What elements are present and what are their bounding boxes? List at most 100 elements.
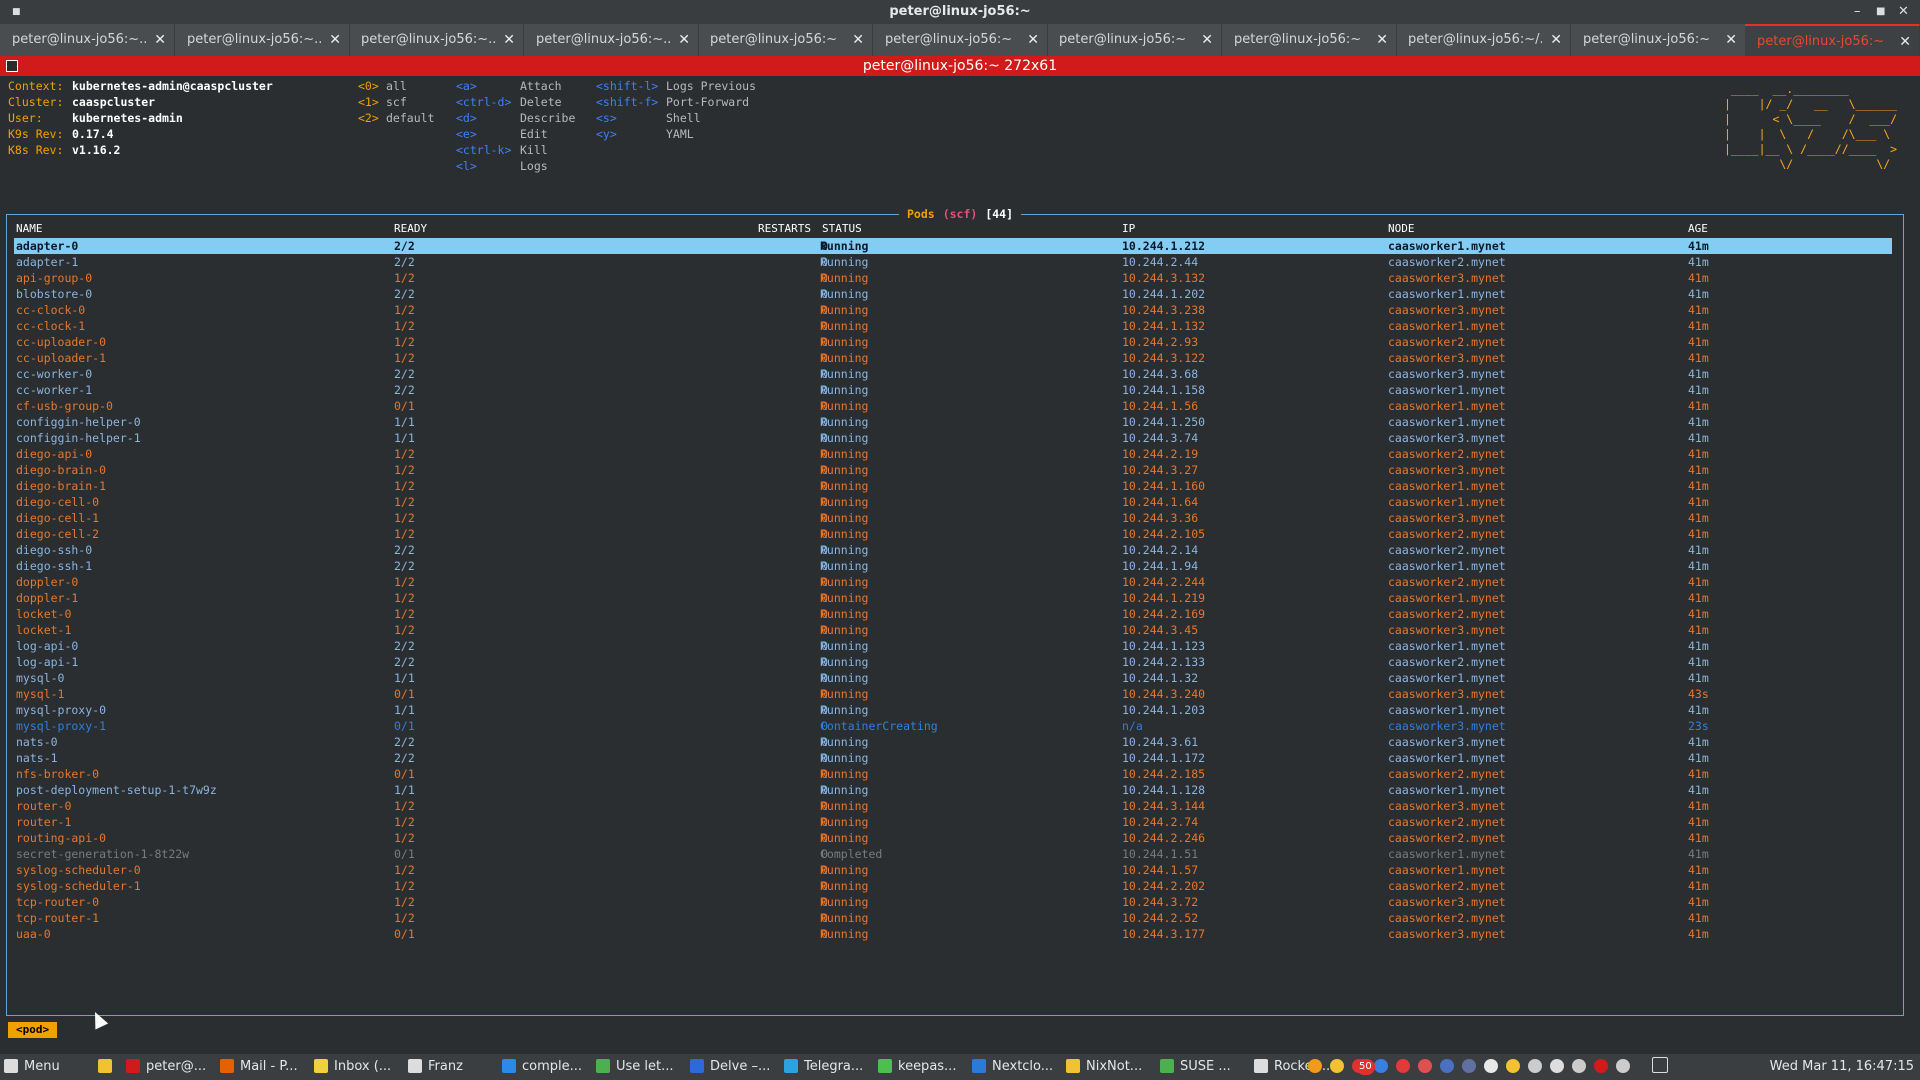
table-row[interactable]: locket-0 1/2 0 Running 10.244.2.169 caasworke… [14, 606, 1892, 622]
tab-3[interactable]: peter@linux-jo56:~... ✕ [524, 24, 699, 56]
table-row[interactable]: doppler-0 1/2 0 Running 10.244.2.244 caaswork… [14, 574, 1892, 590]
table-row[interactable]: blobstore-0 2/2 0 Running 10.244.1.202 caaswo… [14, 286, 1892, 302]
table-row[interactable]: diego-api-0 1/2 0 Running 10.244.2.19 caaswor… [14, 446, 1892, 462]
tab-4[interactable]: peter@linux-jo56:~ ✕ [698, 24, 873, 56]
tray-icon[interactable] [1374, 1054, 1394, 1080]
tab-close-icon[interactable]: ✕ [329, 24, 341, 56]
taskbar-item-8[interactable]: Delve –... [690, 1054, 770, 1080]
table-row[interactable]: router-1 1/2 0 Running 10.244.2.74 caasworker… [14, 814, 1892, 830]
show-desktop-icon[interactable] [1652, 1054, 1674, 1080]
resource-crumb[interactable]: <pod> [8, 1022, 58, 1038]
table-row[interactable]: log-api-0 2/2 0 Running 10.244.1.123 caaswork… [14, 638, 1892, 654]
table-row[interactable]: diego-cell-1 1/2 0 Running 10.244.3.36 caaswo… [14, 510, 1892, 526]
table-row[interactable]: syslog-scheduler-1 1/2 0 Running 10.244.2.20… [14, 878, 1892, 894]
tab-1[interactable]: peter@linux-jo56:~... ✕ [175, 24, 350, 56]
tab-close-icon[interactable]: ✕ [1725, 24, 1737, 56]
shortcut-action[interactable]: Describe [520, 110, 575, 126]
table-row[interactable]: mysql-0 1/1 0 Running 10.244.1.32 caasworker1… [14, 670, 1892, 686]
taskbar-item-12[interactable]: NixNot... [1066, 1054, 1142, 1080]
table-row[interactable]: cc-worker-0 2/2 0 Running 10.244.3.68 caaswor… [14, 366, 1892, 382]
namespace-action[interactable]: default [386, 110, 434, 126]
taskbar-item-7[interactable]: Use let... [596, 1054, 674, 1080]
tab-close-icon[interactable]: ✕ [1376, 24, 1388, 56]
tab-close-icon[interactable]: ✕ [1899, 26, 1911, 58]
table-row[interactable]: diego-brain-1 1/2 0 Running 10.244.1.160 caas… [14, 478, 1892, 494]
table-row[interactable]: nats-1 2/2 0 Running 10.244.1.172 caasworker1… [14, 750, 1892, 766]
tab-close-icon[interactable]: ✕ [678, 24, 690, 56]
tab-close-icon[interactable]: ✕ [1550, 24, 1562, 56]
tab-close-icon[interactable]: ✕ [1201, 24, 1213, 56]
close-window-button[interactable]: ✕ [1898, 0, 1909, 24]
taskbar-item-1[interactable] [98, 1054, 118, 1080]
tray-icon[interactable] [1418, 1054, 1438, 1080]
shortcut-action[interactable]: Attach [520, 78, 562, 94]
table-row[interactable]: log-api-1 2/2 0 Running 10.244.2.133 caaswork… [14, 654, 1892, 670]
tab-6[interactable]: peter@linux-jo56:~ ✕ [1047, 24, 1222, 56]
table-row[interactable]: diego-ssh-1 2/2 0 Running 10.244.1.94 caaswor… [14, 558, 1892, 574]
table-row[interactable]: api-group-0 1/2 0 Running 10.244.3.132 caaswo… [14, 270, 1892, 286]
tray-icon[interactable] [1528, 1054, 1548, 1080]
table-row[interactable]: configgin-helper-1 1/1 0 Running 10.244.3.74… [14, 430, 1892, 446]
column-header-restarts[interactable]: RESTARTS [758, 222, 811, 235]
column-header-ready[interactable]: READY [394, 222, 427, 235]
table-row[interactable]: diego-brain-0 1/2 0 Running 10.244.3.27 caasw… [14, 462, 1892, 478]
namespace-action[interactable]: scf [386, 94, 407, 110]
tab-7[interactable]: peter@linux-jo56:~ ✕ [1222, 24, 1397, 56]
table-row[interactable]: cc-clock-1 1/2 0 Running 10.244.1.132 caaswor… [14, 318, 1892, 334]
tray-icon[interactable] [1550, 1054, 1570, 1080]
table-row[interactable]: routing-api-0 1/2 0 Running 10.244.2.246 caas… [14, 830, 1892, 846]
table-row[interactable]: nfs-broker-0 0/1 0 Running 10.244.2.185 caasw… [14, 766, 1892, 782]
minimize-button[interactable]: – [1854, 0, 1861, 24]
taskbar-item-10[interactable]: keepas... [878, 1054, 956, 1080]
taskbar-item-5[interactable]: Franz [408, 1054, 463, 1080]
table-row[interactable]: router-0 1/2 0 Running 10.244.3.144 caasworke… [14, 798, 1892, 814]
shortcut-action[interactable]: YAML [666, 126, 694, 142]
table-row[interactable]: cc-uploader-0 1/2 0 Running 10.244.2.93 caasw… [14, 334, 1892, 350]
tab-8[interactable]: peter@linux-jo56:~/... ✕ [1396, 24, 1571, 56]
table-row[interactable]: cf-usb-group-0 0/1 0 Running 10.244.1.56 caas… [14, 398, 1892, 414]
tray-icon[interactable] [1572, 1054, 1592, 1080]
shortcut-action[interactable]: Edit [520, 126, 548, 142]
taskbar-item-2[interactable]: peter@... [126, 1054, 206, 1080]
table-row[interactable]: diego-ssh-0 2/2 0 Running 10.244.2.14 caaswor… [14, 542, 1892, 558]
maximize-button[interactable]: ■ [1876, 0, 1885, 24]
shortcut-action[interactable]: Kill [520, 142, 548, 158]
tray-icon[interactable] [1616, 1054, 1636, 1080]
tab-close-icon[interactable]: ✕ [503, 24, 515, 56]
table-row[interactable]: secret-generation-1-8t22w 0/1 0 Completed 10… [14, 846, 1892, 862]
tab-0[interactable]: peter@linux-jo56:~... ✕ [0, 24, 175, 56]
tab-close-icon[interactable]: ✕ [852, 24, 864, 56]
table-row[interactable]: mysql-proxy-0 1/1 0 Running 10.244.1.203 caas… [14, 702, 1892, 718]
tab-5[interactable]: peter@linux-jo56:~ ✕ [873, 24, 1048, 56]
namespace-action[interactable]: all [386, 78, 407, 94]
taskbar-item-4[interactable]: Inbox (... [314, 1054, 391, 1080]
table-row[interactable]: doppler-1 1/2 0 Running 10.244.1.219 caaswork… [14, 590, 1892, 606]
taskbar-item-6[interactable]: comple... [502, 1054, 582, 1080]
shortcut-action[interactable]: Logs Previous [666, 78, 756, 94]
taskbar-item-3[interactable]: Mail - P... [220, 1054, 298, 1080]
tray-icon[interactable] [1396, 1054, 1416, 1080]
terminal-body[interactable]: Context: kubernetes-admin@caaspcluster C… [0, 76, 1920, 1054]
table-row[interactable]: mysql-1 0/1 0 Running 10.244.3.240 caasworker… [14, 686, 1892, 702]
taskbar-clock[interactable]: Wed Mar 11, 16:47:15 [1770, 1054, 1914, 1080]
tray-icon[interactable] [1440, 1054, 1460, 1080]
table-row[interactable]: tcp-router-0 1/2 0 Running 10.244.3.72 caaswo… [14, 894, 1892, 910]
tab-10[interactable]: peter@linux-jo56:~ ✕ [1745, 24, 1920, 56]
table-row[interactable]: cc-clock-0 1/2 0 Running 10.244.3.238 caaswor… [14, 302, 1892, 318]
tray-icon[interactable] [1594, 1054, 1614, 1080]
taskbar-item-13[interactable]: SUSE ... [1160, 1054, 1231, 1080]
taskbar-item-11[interactable]: Nextclo... [972, 1054, 1053, 1080]
shortcut-action[interactable]: Delete [520, 94, 562, 110]
tab-close-icon[interactable]: ✕ [1027, 24, 1039, 56]
column-header-name[interactable]: NAME [16, 222, 43, 235]
table-row[interactable]: configgin-helper-0 1/1 0 Running 10.244.1.25… [14, 414, 1892, 430]
tray-icon[interactable] [1308, 1054, 1328, 1080]
table-row[interactable]: locket-1 1/2 0 Running 10.244.3.45 caasworker… [14, 622, 1892, 638]
tray-icon[interactable] [1484, 1054, 1504, 1080]
tray-icon[interactable] [1462, 1054, 1482, 1080]
shortcut-action[interactable]: Shell [666, 110, 701, 126]
shortcut-action[interactable]: Port-Forward [666, 94, 749, 110]
table-row[interactable]: uaa-0 0/1 0 Running 10.244.3.177 caasworker3.… [14, 926, 1892, 942]
table-row[interactable]: post-deployment-setup-1-t7w9z 1/1 0 Running… [14, 782, 1892, 798]
table-row[interactable]: diego-cell-2 1/2 0 Running 10.244.2.105 caasw… [14, 526, 1892, 542]
